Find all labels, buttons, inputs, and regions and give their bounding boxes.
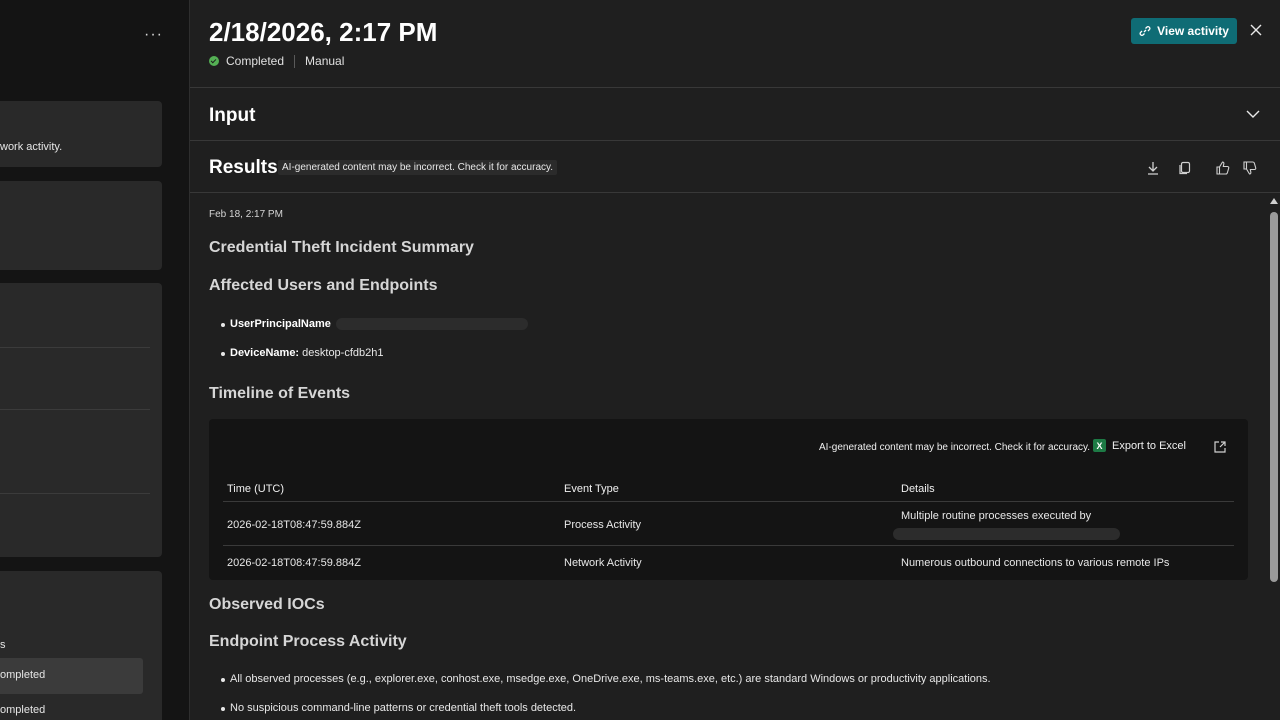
redacted-value xyxy=(335,318,528,331)
left-card: s ompleted ompleted xyxy=(0,571,162,720)
list-item-selected[interactable]: ompleted xyxy=(0,658,143,694)
export-to-excel-button[interactable]: X Export to Excel xyxy=(1093,439,1186,452)
excel-icon: X xyxy=(1093,439,1106,452)
download-icon[interactable] xyxy=(1145,160,1161,176)
field-key: DeviceName: xyxy=(230,347,300,359)
list-header: s xyxy=(0,639,6,651)
status-row: Completed Manual xyxy=(209,54,344,68)
more-options-icon[interactable]: ··· xyxy=(144,26,163,44)
divider xyxy=(294,54,296,68)
thumbs-up-icon[interactable] xyxy=(1215,160,1231,176)
results-header: Results AI-generated content may be inco… xyxy=(190,141,1280,193)
panel-header: 2/18/2026, 2:17 PM Completed Manual View… xyxy=(190,0,1280,88)
export-label: Export to Excel xyxy=(1112,439,1186,452)
background-pane: ··· work activity. s ompleted ompleted xyxy=(0,0,189,720)
ai-disclaimer-badge: AI-generated content may be incorrect. C… xyxy=(278,160,558,175)
left-card[interactable] xyxy=(0,181,162,270)
list-item: DeviceName: desktop-cfdb2h1 xyxy=(220,347,384,359)
result-timestamp: Feb 18, 2:17 PM xyxy=(209,209,283,220)
results-body: Feb 18, 2:17 PM Credential Theft Inciden… xyxy=(190,194,1280,720)
list-item: No suspicious command-line patterns or c… xyxy=(220,702,577,714)
table-disclaimer: AI-generated content may be incorrect. C… xyxy=(819,442,1091,453)
list-item: UserPrincipalName xyxy=(221,318,528,331)
affected-heading: Affected Users and Endpoints xyxy=(209,277,438,294)
column-header-event-type: Event Type xyxy=(564,483,619,495)
results-title: Results xyxy=(209,157,278,178)
iocs-heading: Observed IOCs xyxy=(209,596,325,613)
field-key: UserPrincipalName xyxy=(230,318,331,330)
timeline-heading: Timeline of Events xyxy=(209,385,351,402)
input-section[interactable]: Input xyxy=(190,89,1280,141)
chevron-down-icon[interactable] xyxy=(1246,109,1260,119)
left-card-text: work activity. xyxy=(0,141,63,153)
list-item: All observed processes (e.g., explorer.e… xyxy=(221,673,991,685)
page-title: 2/18/2026, 2:17 PM xyxy=(209,17,438,47)
view-activity-button[interactable]: View activity xyxy=(1131,18,1237,44)
cell-event-type: Process Activity xyxy=(564,519,642,531)
cell-time: 2026-02-18T08:47:59.884Z xyxy=(227,557,361,569)
list-item-label[interactable]: ompleted xyxy=(0,704,45,716)
cell-details: Numerous outbound connections to various… xyxy=(901,557,1170,569)
details-panel: 2/18/2026, 2:17 PM Completed Manual View… xyxy=(189,0,1280,720)
cell-time: 2026-02-18T08:47:59.884Z xyxy=(227,519,361,531)
table-divider xyxy=(223,501,1234,502)
left-card[interactable]: work activity. xyxy=(0,101,162,167)
copy-icon[interactable] xyxy=(1177,160,1193,176)
check-circle-icon xyxy=(209,56,219,66)
redacted-value xyxy=(893,528,1120,540)
mode-label: Manual xyxy=(305,54,345,68)
list-item-label: ompleted xyxy=(0,669,46,681)
divider xyxy=(0,493,150,494)
timeline-table-card: AI-generated content may be incorrect. C… xyxy=(209,419,1248,580)
field-value: desktop-cfdb2h1 xyxy=(299,347,384,359)
summary-heading: Credential Theft Incident Summary xyxy=(209,239,474,256)
endpoint-heading: Endpoint Process Activity xyxy=(209,633,407,650)
scroll-up-arrow[interactable] xyxy=(1270,198,1278,204)
input-title: Input xyxy=(209,105,256,126)
view-activity-label: View activity xyxy=(1157,24,1229,38)
cell-details: Multiple routine processes executed by xyxy=(901,510,1092,522)
column-header-time: Time (UTC) xyxy=(227,483,285,495)
cell-event-type: Network Activity xyxy=(564,557,642,569)
close-icon[interactable] xyxy=(1248,22,1264,38)
link-icon xyxy=(1139,26,1151,36)
scrollbar-thumb[interactable] xyxy=(1270,212,1278,582)
divider xyxy=(0,347,150,348)
table-divider xyxy=(223,545,1234,546)
thumbs-down-icon[interactable] xyxy=(1242,160,1258,176)
status-label: Completed xyxy=(226,54,285,68)
left-card[interactable] xyxy=(0,283,162,557)
pop-out-icon[interactable] xyxy=(1213,440,1227,454)
column-header-details: Details xyxy=(901,483,935,495)
divider xyxy=(0,409,150,410)
